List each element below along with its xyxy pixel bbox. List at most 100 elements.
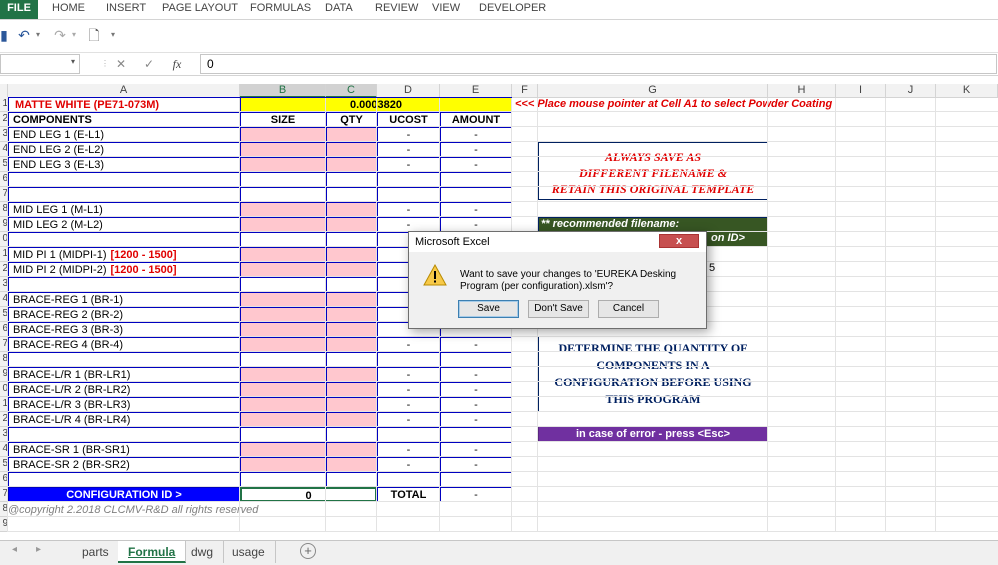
qty-cell[interactable] xyxy=(326,187,377,202)
amount-cell[interactable]: - xyxy=(440,442,512,457)
component-label[interactable]: BRACE-L/R 1 (BR-LR1) xyxy=(8,367,240,382)
amount-cell[interactable]: - xyxy=(440,457,512,472)
qty-cell[interactable] xyxy=(326,202,377,217)
ucost-cell[interactable] xyxy=(377,187,440,202)
ucost-cell[interactable] xyxy=(377,352,440,367)
size-cell[interactable] xyxy=(240,187,326,202)
col-header-e[interactable]: E xyxy=(440,84,512,98)
amount-cell[interactable]: - xyxy=(440,412,512,427)
amount-cell[interactable]: - xyxy=(440,202,512,217)
component-label[interactable]: BRACE-SR 2 (BR-SR2) xyxy=(8,457,240,472)
size-cell[interactable] xyxy=(240,442,326,457)
ucost-cell[interactable]: - xyxy=(377,412,440,427)
size-cell[interactable] xyxy=(240,472,326,487)
size-cell[interactable] xyxy=(240,367,326,382)
sheet-tab-parts[interactable]: parts xyxy=(72,541,120,563)
name-box[interactable]: ▾ xyxy=(0,54,80,74)
component-label[interactable]: BRACE-SR 1 (BR-SR1) xyxy=(8,442,240,457)
size-cell[interactable] xyxy=(240,382,326,397)
component-label[interactable]: END LEG 1 (E-L1) xyxy=(8,127,240,142)
tab-formulas[interactable]: FORMULAS xyxy=(250,0,311,19)
qty-cell[interactable] xyxy=(326,472,377,487)
component-label[interactable] xyxy=(8,172,240,187)
qty-cell[interactable] xyxy=(326,457,377,472)
component-label[interactable]: END LEG 2 (E-L2) xyxy=(8,142,240,157)
size-cell[interactable] xyxy=(240,127,326,142)
qty-cell[interactable] xyxy=(326,337,377,352)
save-button[interactable]: Save xyxy=(458,300,519,318)
amount-cell[interactable] xyxy=(440,427,512,442)
size-cell[interactable] xyxy=(240,337,326,352)
tab-page-layout[interactable]: PAGE LAYOUT xyxy=(162,0,238,19)
ucost-cell[interactable]: - xyxy=(377,217,440,232)
qty-cell[interactable] xyxy=(326,427,377,442)
amount-cell[interactable] xyxy=(440,187,512,202)
size-cell[interactable] xyxy=(240,262,326,277)
cancel-icon[interactable]: ✕ xyxy=(112,55,130,73)
qty-cell[interactable] xyxy=(326,217,377,232)
amount-cell[interactable]: - xyxy=(440,127,512,142)
qty-cell[interactable] xyxy=(326,367,377,382)
qty-cell[interactable] xyxy=(326,382,377,397)
customize-qat-icon[interactable]: ▾ xyxy=(108,25,118,45)
tab-developer[interactable]: DEVELOPER xyxy=(479,0,546,19)
component-label[interactable]: BRACE-L/R 3 (BR-LR3) xyxy=(8,397,240,412)
scroll-tabs-left-icon[interactable]: ◂ xyxy=(12,544,17,555)
new-sheet-icon[interactable]: + xyxy=(300,543,316,559)
qty-cell[interactable] xyxy=(326,277,377,292)
qty-cell[interactable] xyxy=(326,127,377,142)
component-label[interactable] xyxy=(8,187,240,202)
component-label[interactable]: MID PI 1 (MIDPI-1) [1200 - 1500] xyxy=(8,247,240,262)
amount-cell[interactable]: - xyxy=(440,337,512,352)
cancel-button[interactable]: Cancel xyxy=(598,300,659,318)
size-cell[interactable] xyxy=(240,307,326,322)
size-cell[interactable] xyxy=(240,142,326,157)
ucost-cell[interactable]: - xyxy=(377,382,440,397)
insert-function-icon[interactable]: fx xyxy=(168,55,186,73)
ucost-cell[interactable]: - xyxy=(377,457,440,472)
qty-cell[interactable] xyxy=(326,262,377,277)
col-header-k[interactable]: K xyxy=(936,84,998,98)
col-header-f[interactable]: F xyxy=(512,84,538,98)
size-cell[interactable] xyxy=(240,322,326,337)
scroll-tabs-right-icon[interactable]: ▸ xyxy=(36,544,41,555)
col-header-a[interactable]: A xyxy=(8,84,240,98)
amount-cell[interactable]: - xyxy=(440,382,512,397)
tab-view[interactable]: VIEW xyxy=(432,0,460,19)
qty-cell[interactable] xyxy=(326,157,377,172)
col-header-j[interactable]: J xyxy=(886,84,936,98)
component-label[interactable] xyxy=(8,352,240,367)
qty-cell[interactable] xyxy=(326,172,377,187)
qty-cell[interactable] xyxy=(326,352,377,367)
sheet-tab-formula[interactable]: Formula xyxy=(118,541,187,563)
component-label[interactable]: BRACE-REG 2 (BR-2) xyxy=(8,307,240,322)
ucost-cell[interactable]: - xyxy=(377,202,440,217)
col-header-h[interactable]: H xyxy=(768,84,836,98)
size-cell[interactable] xyxy=(240,427,326,442)
qty-cell[interactable] xyxy=(326,142,377,157)
size-cell[interactable] xyxy=(240,412,326,427)
sheet-tab-dwg[interactable]: dwg xyxy=(181,541,225,563)
amount-cell[interactable] xyxy=(440,472,512,487)
tab-file[interactable]: FILE xyxy=(0,0,38,19)
component-label[interactable]: BRACE-REG 1 (BR-1) xyxy=(8,292,240,307)
config-id-input[interactable]: 0 xyxy=(240,487,377,502)
size-cell[interactable] xyxy=(240,397,326,412)
save-icon[interactable]: ▮ xyxy=(0,25,8,45)
component-label[interactable]: BRACE-L/R 4 (BR-LR4) xyxy=(8,412,240,427)
qty-cell[interactable] xyxy=(326,412,377,427)
col-header-c[interactable]: C xyxy=(326,84,377,98)
amount-cell[interactable]: - xyxy=(440,397,512,412)
ucost-cell[interactable]: - xyxy=(377,442,440,457)
component-label[interactable]: BRACE-L/R 2 (BR-LR2) xyxy=(8,382,240,397)
ucost-cell[interactable] xyxy=(377,472,440,487)
component-label[interactable]: END LEG 3 (E-L3) xyxy=(8,157,240,172)
component-label[interactable] xyxy=(8,427,240,442)
ucost-cell[interactable] xyxy=(377,427,440,442)
amount-cell[interactable] xyxy=(440,172,512,187)
ucost-cell[interactable]: - xyxy=(377,337,440,352)
amount-cell[interactable]: - xyxy=(440,367,512,382)
size-cell[interactable] xyxy=(240,217,326,232)
ucost-cell[interactable]: - xyxy=(377,397,440,412)
component-label[interactable] xyxy=(8,232,240,247)
